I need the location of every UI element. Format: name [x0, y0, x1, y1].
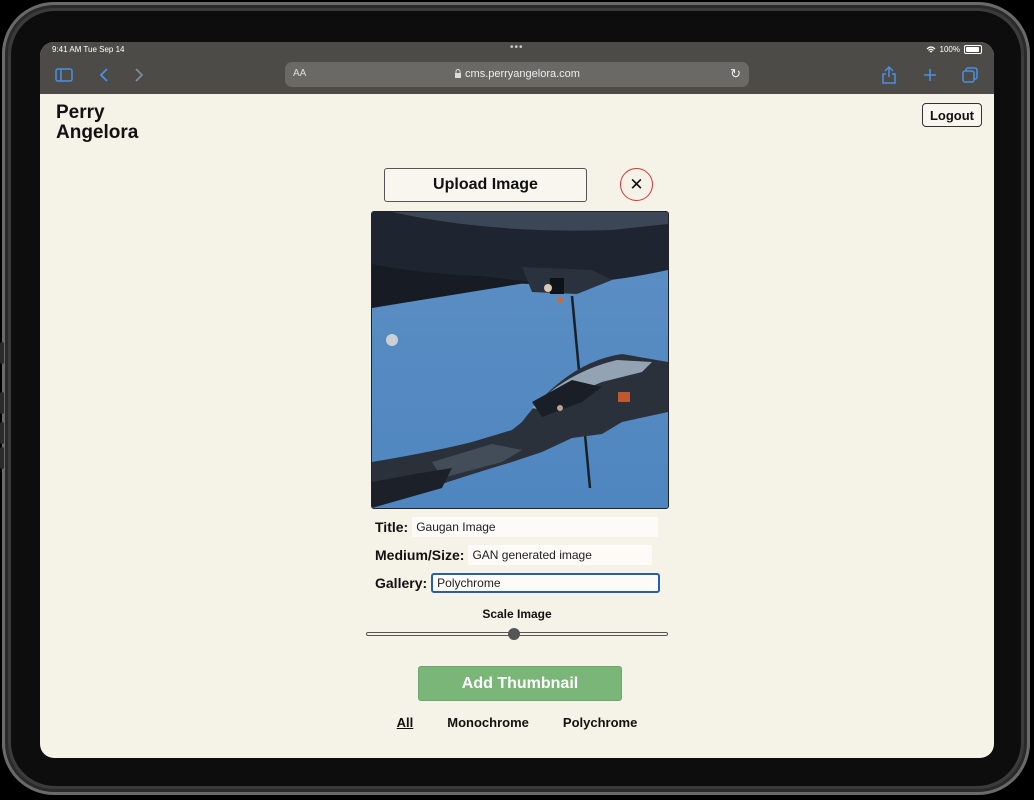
status-time: 9:41 AM Tue Sep 14: [52, 45, 125, 54]
brand-line-2: Angelora: [56, 122, 139, 143]
title-label: Title:: [375, 519, 409, 535]
medium-row: Medium/Size: GAN generated image: [375, 544, 653, 566]
address-bar[interactable]: AA cms.perryangelora.com ↻: [285, 62, 749, 87]
filter-all[interactable]: All: [397, 715, 414, 730]
url-value: cms.perryangelora.com: [465, 68, 580, 80]
upload-image-button[interactable]: Upload Image: [384, 168, 587, 202]
site-brand[interactable]: Perry Angelora: [56, 103, 138, 143]
gallery-field[interactable]: Polychrome: [431, 573, 661, 593]
tabs-icon[interactable]: [959, 64, 981, 86]
side-button: [0, 392, 4, 414]
medium-label: Medium/Size:: [375, 547, 465, 563]
multitasking-dots[interactable]: •••: [510, 42, 524, 53]
filter-polychrome[interactable]: Polychrome: [563, 715, 637, 730]
title-row: Title: Gaugan Image: [375, 516, 659, 538]
plus-icon[interactable]: [919, 64, 941, 86]
chevron-right-icon[interactable]: [128, 64, 150, 86]
uploaded-image-preview: [371, 211, 669, 509]
safari-toolbar: 9:41 AM Tue Sep 14 ••• 100% AA cms.perry…: [40, 42, 994, 94]
scale-image-label: Scale Image: [482, 607, 552, 621]
page-content: Perry Angelora Logout Upload Image ✕ Tit…: [40, 94, 994, 758]
lock-icon: [455, 69, 462, 78]
side-button: [0, 342, 4, 364]
screen: 9:41 AM Tue Sep 14 ••• 100% AA cms.perry…: [40, 42, 994, 758]
add-thumbnail-button[interactable]: Add Thumbnail: [418, 666, 622, 701]
reload-icon[interactable]: ↻: [730, 66, 741, 82]
logout-button[interactable]: Logout: [922, 103, 982, 127]
gallery-row: Gallery: Polychrome: [375, 572, 661, 594]
status-right: 100%: [926, 45, 982, 54]
share-icon[interactable]: [878, 64, 900, 86]
scale-slider-thumb[interactable]: [508, 628, 520, 640]
side-button: [0, 422, 4, 444]
gallery-filters: All Monochrome Polychrome: [40, 715, 994, 730]
chevron-left-icon[interactable]: [93, 64, 115, 86]
sidebar-icon[interactable]: [53, 64, 75, 86]
medium-field[interactable]: GAN generated image: [468, 545, 653, 565]
side-button: [0, 447, 4, 469]
title-field[interactable]: Gaugan Image: [412, 517, 659, 537]
brand-line-1: Perry: [56, 102, 105, 123]
wifi-icon: [926, 45, 935, 52]
battery-icon: [964, 45, 982, 54]
gallery-label: Gallery:: [375, 575, 428, 591]
image-illustration: [372, 212, 668, 508]
battery-percent: 100%: [939, 45, 960, 54]
url-text[interactable]: cms.perryangelora.com: [285, 68, 749, 80]
filter-monochrome[interactable]: Monochrome: [447, 715, 529, 730]
scale-slider[interactable]: [366, 628, 668, 640]
close-icon[interactable]: ✕: [620, 168, 653, 201]
